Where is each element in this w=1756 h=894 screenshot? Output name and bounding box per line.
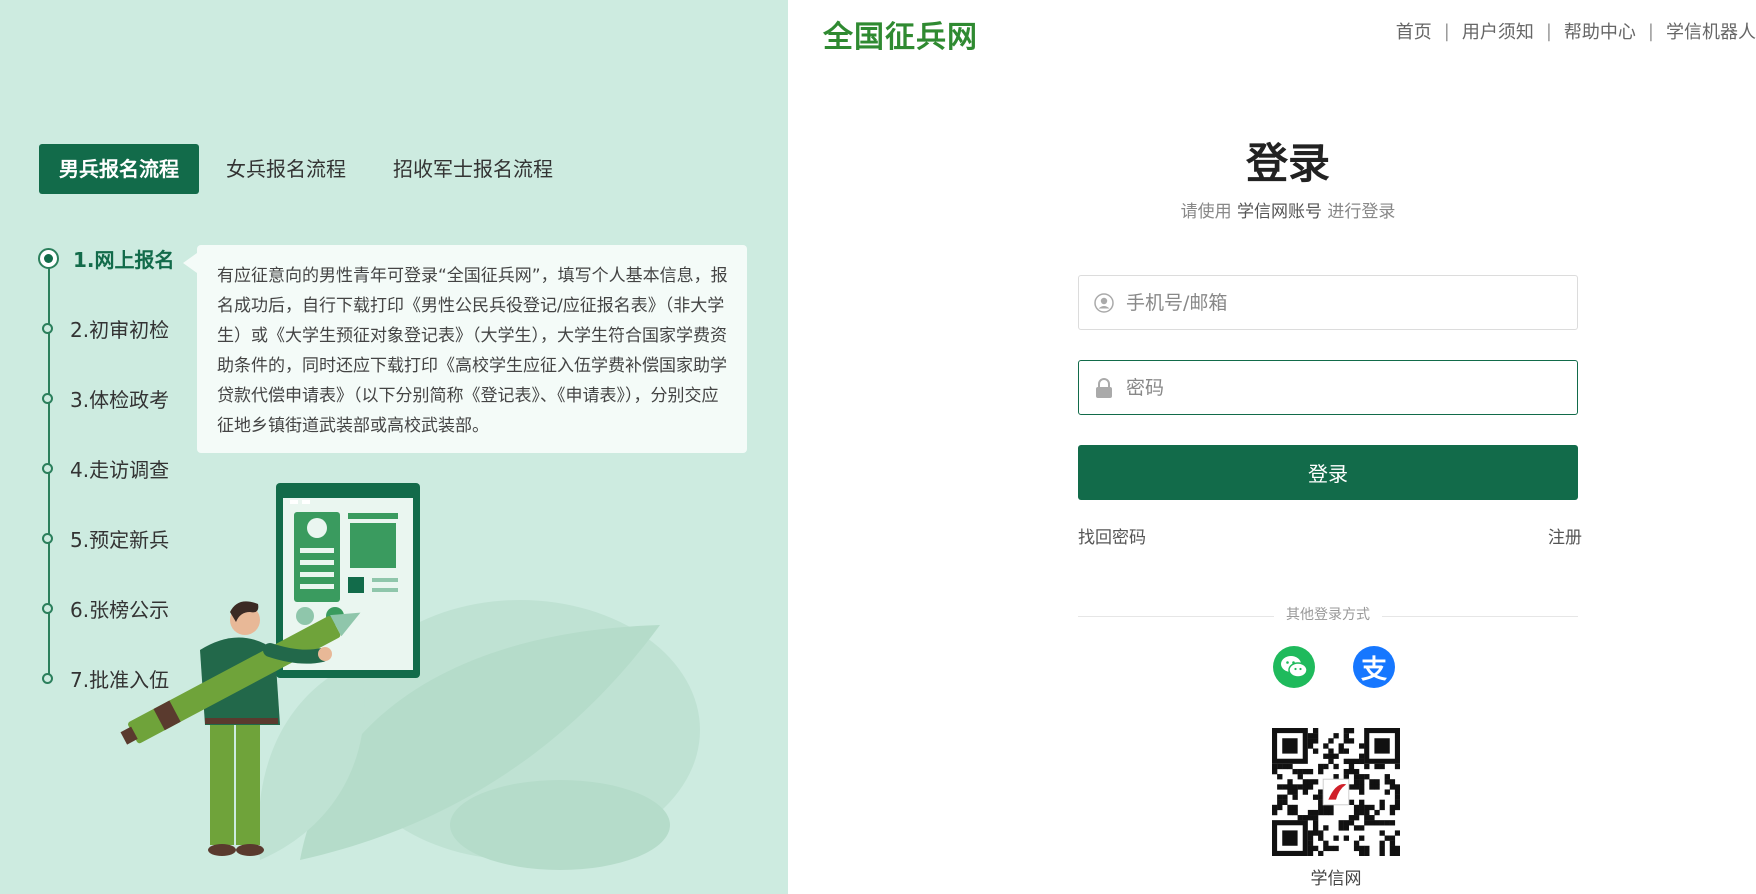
step-label: 6.张榜公示	[70, 597, 170, 622]
nav-separator: |	[1545, 20, 1552, 42]
step-label: 7.批准入伍	[70, 667, 170, 692]
lock-icon	[1094, 377, 1114, 398]
step-1[interactable]: 1.网上报名	[33, 241, 175, 275]
other-methods-label: 其他登录方式	[1228, 604, 1428, 624]
step-label: 4.走访调查	[70, 457, 170, 482]
alipay-login-button[interactable]: 支	[1353, 646, 1395, 688]
step-label: 1.网上报名	[73, 247, 175, 272]
alipay-icon: 支	[1360, 654, 1387, 685]
username-field[interactable]	[1078, 275, 1578, 330]
step-marker	[42, 672, 53, 684]
login-subtitle: 请使用 学信网账号 进行登录	[788, 197, 1756, 222]
step-3[interactable]: 3.体检政考	[33, 381, 169, 415]
step-6[interactable]: 6.张榜公示	[33, 591, 169, 625]
person-leg	[210, 720, 234, 845]
step-4[interactable]: 4.走访调查	[33, 451, 169, 485]
step-marker	[42, 462, 53, 474]
step-description: 有应征意向的男性青年可登录“全国征兵网”，填写个人基本信息，报名成功后，自行下载…	[183, 245, 747, 453]
left-panel: 男兵报名流程 女兵报名流程 招收军士报名流程 1.网上报名 2.初审初检 3.体…	[0, 0, 788, 894]
step-marker	[42, 322, 53, 334]
person-leg	[236, 720, 260, 845]
step-label: 2.初审初检	[70, 317, 170, 342]
step-label: 5.预定新兵	[70, 527, 170, 552]
register-link[interactable]: 注册	[1548, 523, 1582, 548]
password-input[interactable]	[1124, 375, 1568, 400]
step-marker	[42, 602, 53, 614]
ground-mound	[450, 780, 670, 870]
tab-male-process[interactable]: 男兵报名流程	[39, 144, 199, 194]
subtitle-prefix: 请使用	[1180, 202, 1232, 222]
login-panel: 全国征兵网 首页 | 用户须知 | 帮助中心 | 学信机器人 登录 请使用 学信…	[788, 0, 1756, 894]
nav-user-notice[interactable]: 用户须知	[1462, 18, 1534, 44]
other-methods-text: 其他登录方式	[1274, 607, 1382, 623]
nav-help-center[interactable]: 帮助中心	[1564, 18, 1636, 44]
wechat-login-button[interactable]	[1273, 646, 1315, 688]
wechat-icon	[1281, 656, 1308, 678]
tab-nco-process[interactable]: 招收军士报名流程	[393, 144, 553, 194]
user-icon	[1094, 292, 1114, 313]
nav-separator: |	[1443, 20, 1450, 42]
site-logo[interactable]: 全国征兵网	[823, 12, 978, 56]
nav-home[interactable]: 首页	[1396, 18, 1432, 44]
subtitle-account: 学信网账号	[1237, 202, 1322, 222]
forgot-password-link[interactable]: 找回密码	[1078, 523, 1146, 548]
step-marker	[42, 392, 53, 404]
nav-separator: |	[1647, 20, 1654, 42]
step-7[interactable]: 7.批准入伍	[33, 661, 169, 695]
step-label: 3.体检政考	[70, 387, 170, 412]
step-marker	[38, 247, 59, 269]
password-field[interactable]	[1078, 360, 1578, 415]
nav-robot[interactable]: 学信机器人	[1666, 18, 1756, 44]
subtitle-suffix: 进行登录	[1327, 202, 1396, 222]
step-marker	[42, 532, 53, 544]
username-input[interactable]	[1124, 290, 1568, 315]
login-button[interactable]: 登录	[1078, 445, 1578, 500]
top-nav: 首页 | 用户须知 | 帮助中心 | 学信机器人	[1396, 18, 1756, 44]
tab-female-process[interactable]: 女兵报名流程	[226, 144, 346, 194]
step-5[interactable]: 5.预定新兵	[33, 521, 169, 555]
qr-label: 学信网	[1310, 869, 1362, 889]
login-title: 登录	[1245, 139, 1330, 188]
qr-code[interactable]	[1272, 728, 1400, 856]
step-2[interactable]: 2.初审初检	[33, 311, 169, 345]
